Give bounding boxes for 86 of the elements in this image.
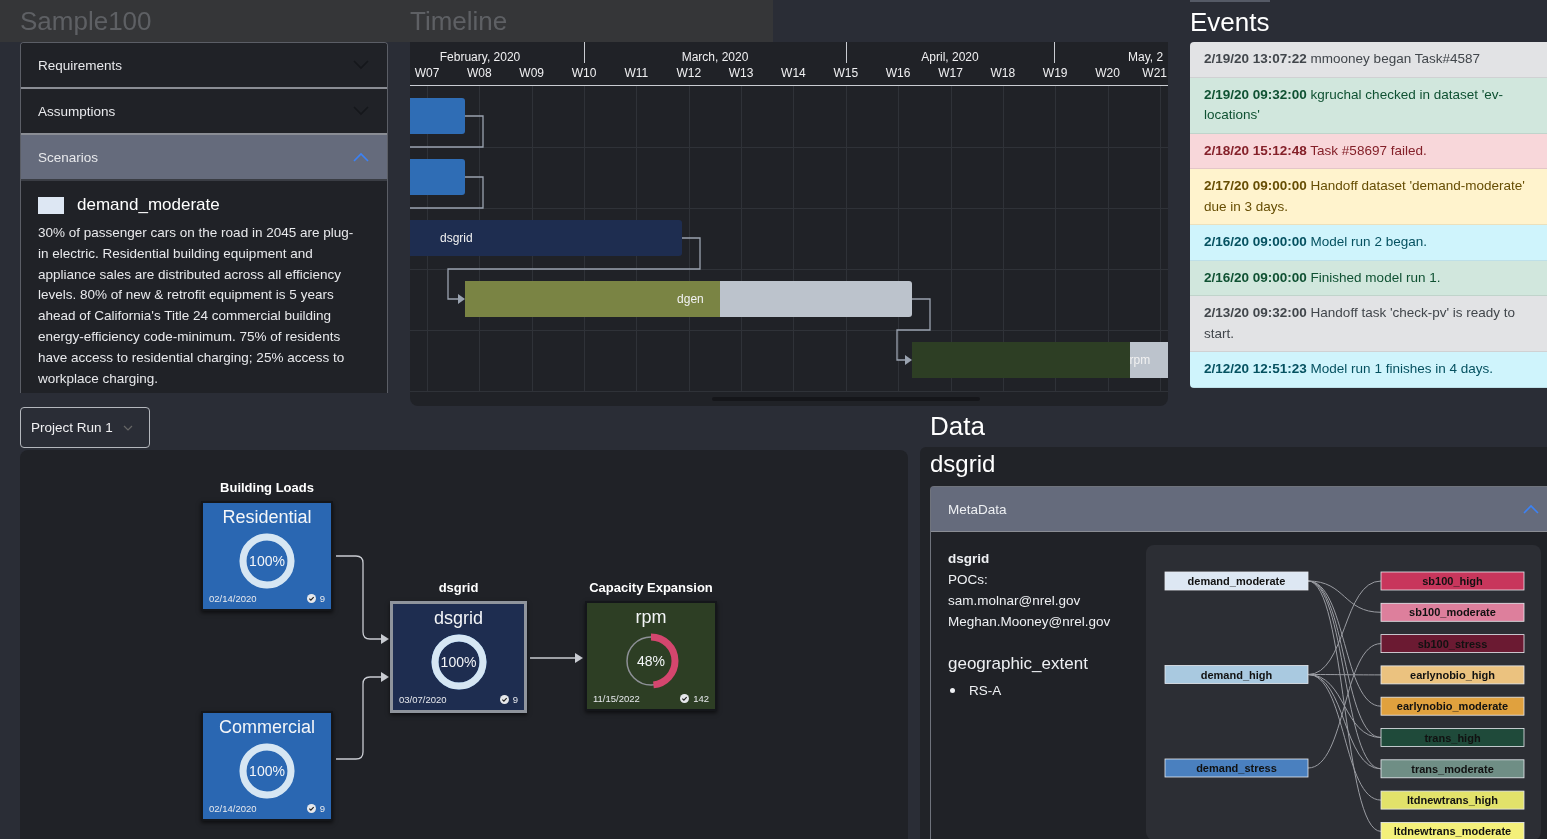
- week-label: W07: [414, 66, 440, 80]
- event-item: 2/18/20 15:12:48 Task #58697 failed.: [1190, 133, 1547, 169]
- task-bar[interactable]: [410, 98, 465, 134]
- task-bar[interactable]: [410, 159, 465, 195]
- node-date: 02/14/2020: [209, 803, 257, 814]
- bullet-icon: [950, 688, 955, 693]
- event-item: 2/12/20 12:51:23 Model run 1 finishes in 4 days.: [1190, 352, 1547, 388]
- connector-arrow: [529, 653, 583, 663]
- dataset-name: dsgrid: [948, 550, 991, 568]
- week-label: W15: [833, 66, 859, 80]
- week-label: W18: [990, 66, 1016, 80]
- node-count: 9: [306, 593, 325, 604]
- node-title: Commercial: [219, 717, 315, 738]
- scenario-node[interactable]: trans_moderate: [1380, 759, 1525, 779]
- list-item: RS-A: [969, 682, 1002, 700]
- accordion-header[interactable]: MetaData: [931, 487, 1547, 532]
- check-circle-icon: [306, 804, 316, 813]
- group-label: Capacity Expansion: [589, 580, 713, 595]
- chevron-icon: [353, 152, 369, 162]
- node-count: 142: [680, 693, 709, 704]
- month-label: February, 2020: [439, 50, 521, 64]
- check-circle-icon: [306, 594, 316, 603]
- scenario-node[interactable]: demand_stress: [1164, 758, 1309, 778]
- scenario-node[interactable]: earlynobio_moderate: [1380, 696, 1525, 716]
- week-label: W19: [1042, 66, 1068, 80]
- caret-icon: [122, 424, 133, 431]
- month-label: March, 2020: [681, 50, 749, 64]
- event-item: 2/16/20 09:00:00 Model run 2 began.: [1190, 225, 1547, 261]
- group-label: Building Loads: [220, 480, 314, 495]
- month-label: April, 2020: [921, 50, 979, 64]
- accordion-header[interactable]: Requirements: [21, 43, 387, 89]
- workflow-node[interactable]: Residential 100% 02/14/2020 9: [201, 501, 333, 611]
- event-item: 2/16/20 09:00:00 Finished model run 1.: [1190, 260, 1547, 296]
- workflow-node[interactable]: dsgrid 100% 03/07/2020 9: [390, 601, 527, 713]
- contact-email: Meghan.Mooney@nrel.gov: [948, 613, 1112, 631]
- week-label: W14: [781, 66, 806, 80]
- task-bar[interactable]: dgen: [465, 281, 912, 317]
- week-label: W10: [571, 66, 597, 80]
- group-label: dsgrid: [438, 580, 479, 595]
- scenario-node[interactable]: earlynobio_high: [1380, 665, 1525, 685]
- scenario-node[interactable]: demand_moderate: [1164, 571, 1309, 591]
- check-circle-icon: [680, 694, 690, 703]
- node-date: 03/07/2020: [399, 694, 447, 705]
- field-heading: geographic_extent: [948, 653, 1089, 675]
- node-count: 9: [499, 694, 518, 705]
- scenario-node[interactable]: ltdnewtrans_high: [1380, 790, 1525, 810]
- week-label: W16: [885, 66, 911, 80]
- accordion-header[interactable]: Scenarios: [21, 135, 387, 181]
- week-label: W21: [1142, 66, 1167, 80]
- week-label: W17: [938, 66, 963, 80]
- dataset-title: dsgrid: [930, 449, 997, 479]
- scenario-name: demand_moderate: [77, 195, 220, 215]
- node-title: Residential: [222, 507, 312, 528]
- event-item: 2/19/20 09:32:00 kgruchal checked in dataset 'ev-locations': [1190, 77, 1547, 134]
- workflow-node[interactable]: Commercial 100% 02/14/2020 9: [201, 711, 333, 821]
- task-label: dsgrid: [440, 231, 473, 245]
- node-title: dsgrid: [434, 608, 483, 629]
- dependency-arrow: [896, 298, 931, 365]
- week-label: W09: [519, 66, 545, 80]
- week-label: W13: [728, 66, 754, 80]
- week-label: W20: [1095, 66, 1120, 80]
- node-count: 9: [306, 803, 325, 814]
- contact-email: sam.molnar@nrel.gov: [948, 592, 1082, 610]
- month-label: May, 2: [1128, 50, 1164, 64]
- scenario-node[interactable]: demand_high: [1164, 665, 1309, 684]
- scenario-description: 30% of passenger cars on the road in 2045 are plug-in electric. Residential building equipment and appliance sales are distributed across all efficiency levels. 80% of new & retrofit equipment is 5 years ahead of California's Title 24 commercial building energy-efficiency code-minimum. 75% of residents have access to residential charging; 25% access to workplace charging.: [38, 224, 355, 388]
- event-item: 2/19/20 13:07:22 mmooney began Task#4587: [1190, 42, 1547, 78]
- scenario-node[interactable]: sb100_high: [1380, 571, 1525, 591]
- field-label: POCs:: [948, 571, 989, 589]
- node-date: 02/14/2020: [209, 593, 257, 604]
- scenario-node[interactable]: ltdnewtrans_moderate: [1380, 822, 1525, 839]
- chevron-icon: [1523, 504, 1539, 514]
- run-dropdown[interactable]: Project Run 1: [20, 407, 150, 448]
- week-label: W11: [624, 66, 649, 80]
- workflow-node[interactable]: rpm 48% 11/15/2022 142: [585, 601, 717, 711]
- week-label: W12: [676, 66, 702, 80]
- scenario-node[interactable]: sb100_moderate: [1380, 602, 1525, 622]
- event-item: 2/17/20 09:00:00 Handoff dataset 'demand-moderate' due in 3 days.: [1190, 169, 1547, 225]
- task-bar[interactable]: dsgrid: [410, 220, 682, 256]
- node-date: 11/15/2022: [593, 693, 640, 704]
- section-title: Data: [929, 410, 986, 442]
- node-title: rpm: [635, 607, 667, 628]
- event-item: 2/13/20 09:32:00 Handoff task 'check-pv' is ready to start.: [1190, 296, 1547, 352]
- week-label: W08: [467, 66, 492, 80]
- task-label: dgen: [677, 292, 704, 306]
- check-circle-icon: [499, 695, 509, 704]
